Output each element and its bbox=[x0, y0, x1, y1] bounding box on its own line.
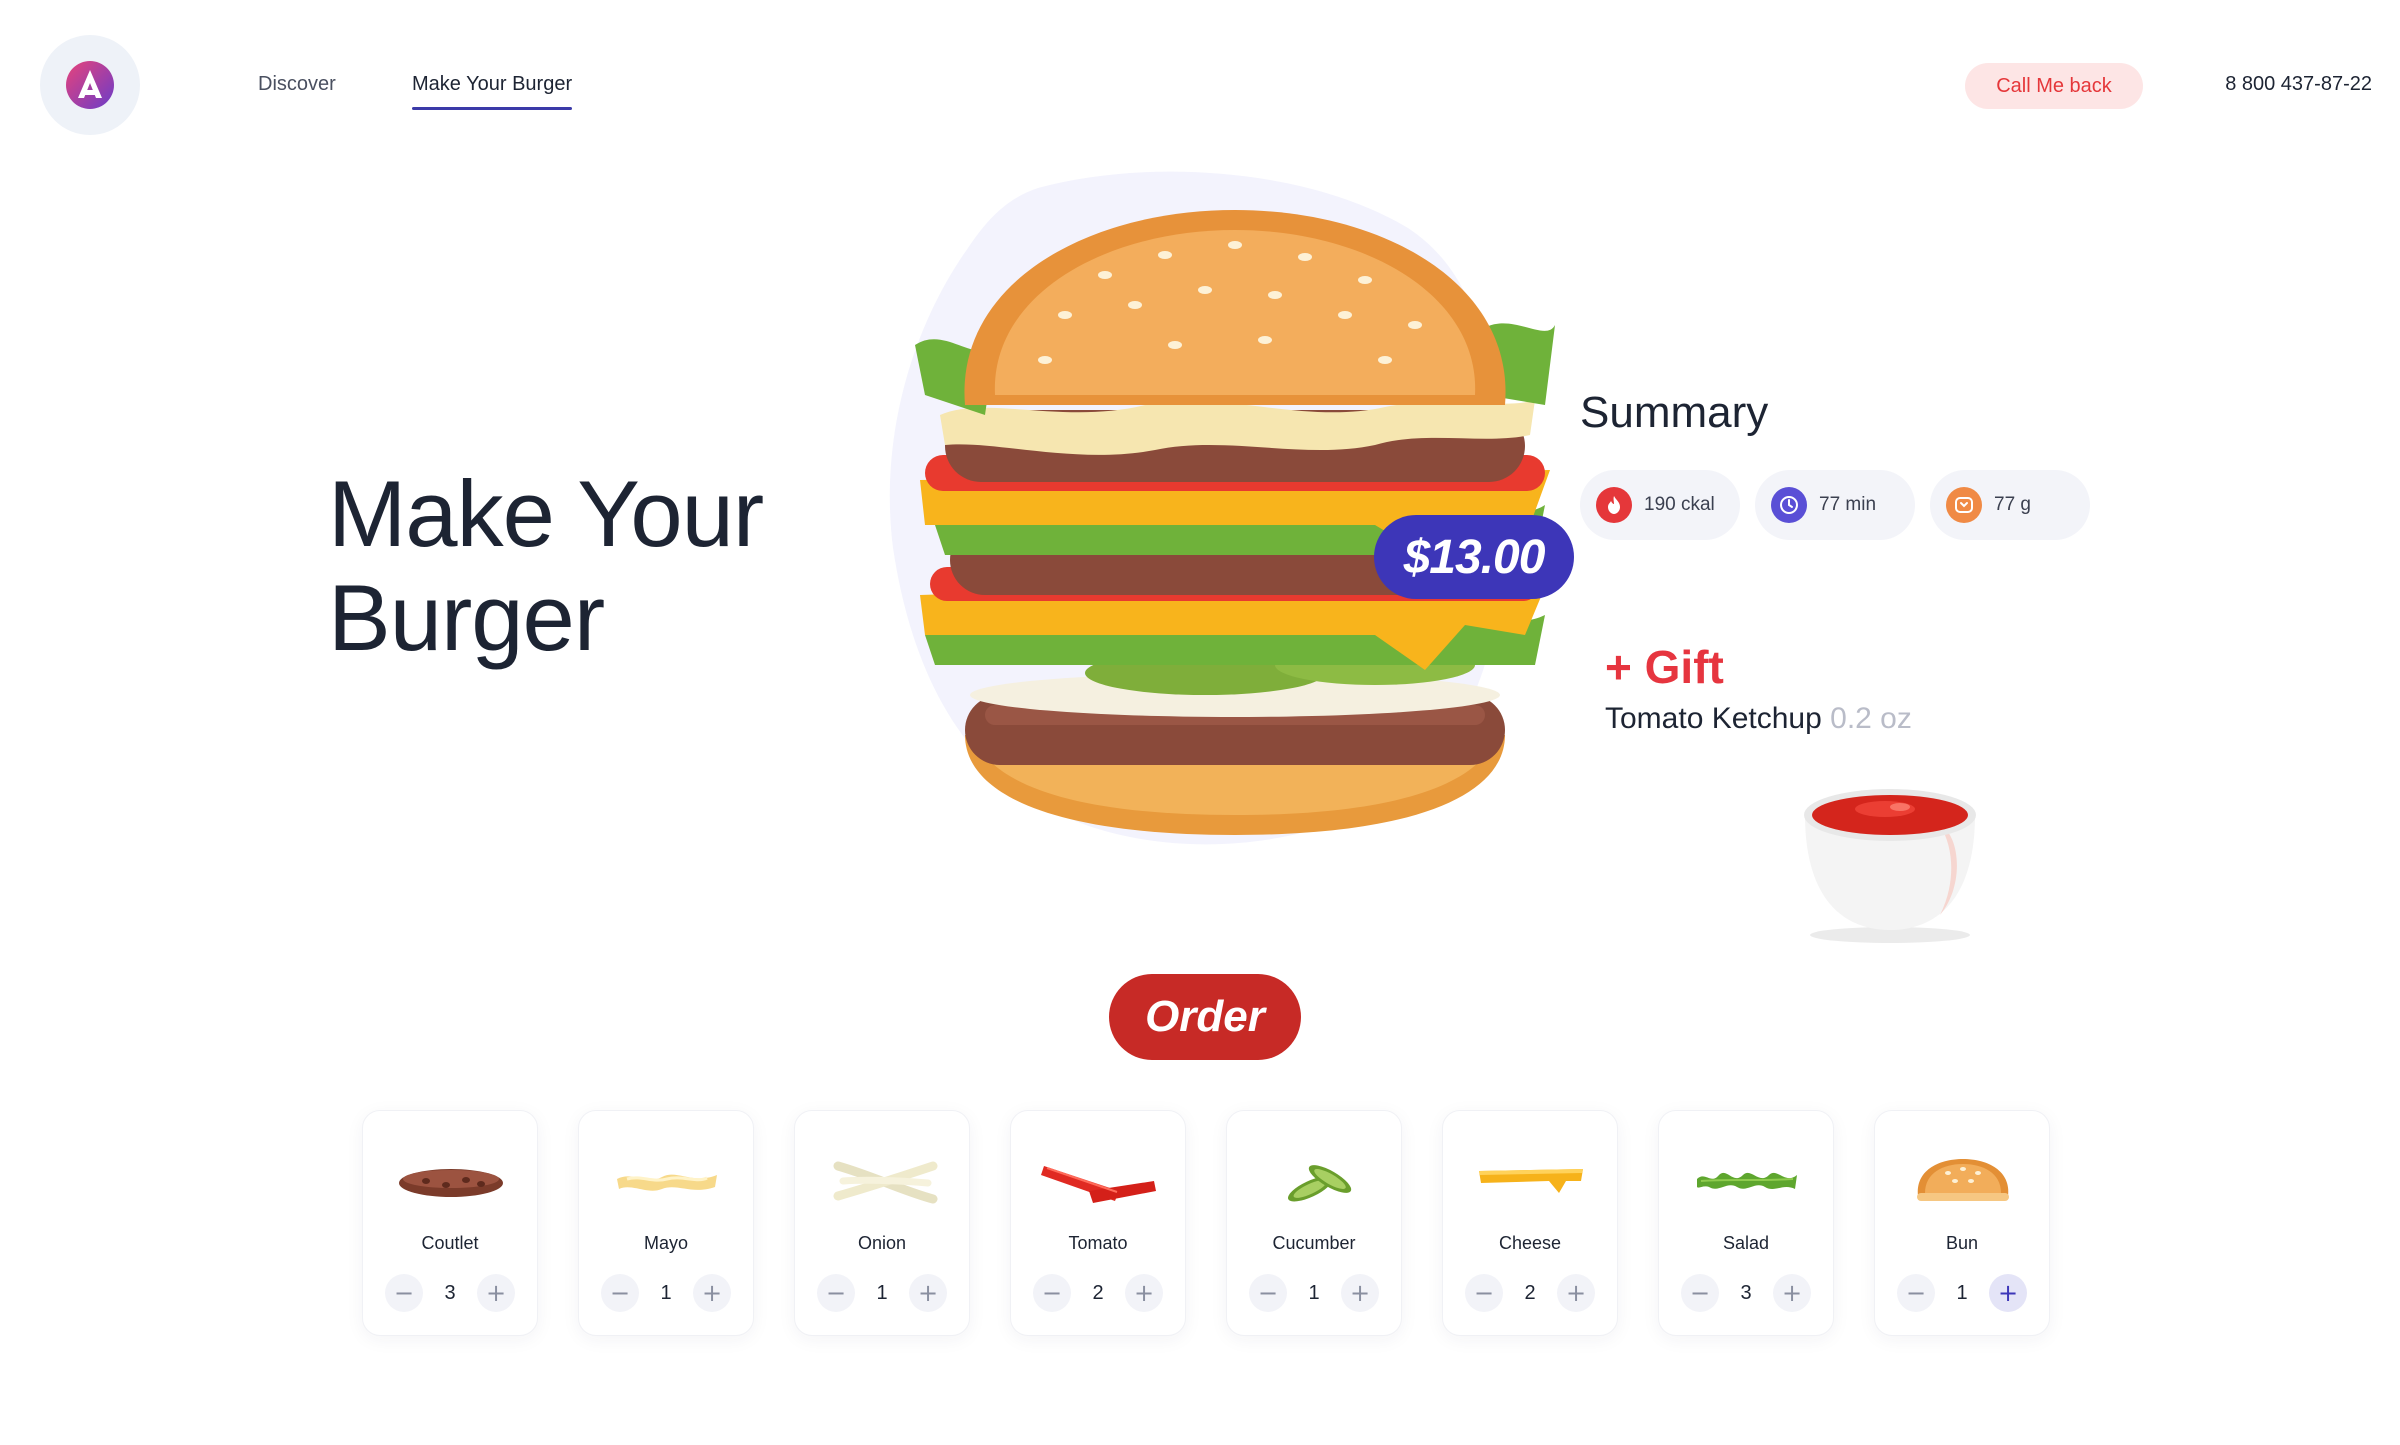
quantity-value: 2 bbox=[1524, 1281, 1536, 1304]
quantity-value: 1 bbox=[876, 1281, 888, 1304]
price-badge: $13.00 bbox=[1374, 515, 1574, 599]
call-me-back-button[interactable]: Call Me back bbox=[1965, 63, 2143, 109]
ingredient-name: Mayo bbox=[643, 1233, 688, 1253]
nav-active-underline bbox=[412, 107, 573, 110]
nav-discover-label: Discover bbox=[258, 73, 336, 95]
increment-button[interactable]: + bbox=[1125, 1274, 1163, 1312]
ingredient-card-cheese: Cheese − 2 + bbox=[1442, 1110, 1618, 1336]
increment-button[interactable]: + bbox=[1557, 1274, 1595, 1312]
gift-item: Tomato Ketchup bbox=[1605, 702, 1822, 735]
decrement-button[interactable]: − bbox=[817, 1274, 855, 1312]
quantity-value: 3 bbox=[444, 1281, 456, 1304]
ingredient-card-salad: Salad − 3 + bbox=[1658, 1110, 1834, 1336]
weight-value: 77 bbox=[1994, 494, 2016, 515]
gift-title: + Gift bbox=[1605, 641, 1724, 693]
ingredient-name: Cucumber bbox=[1272, 1233, 1356, 1253]
ingredient-list: Coutlet − 3 + Mayo − 1 + Onion − 1 + Tom… bbox=[362, 1110, 2052, 1338]
onion-icon bbox=[833, 1161, 938, 1204]
cheese-icon bbox=[1479, 1169, 1583, 1193]
cucumber-icon bbox=[1287, 1165, 1352, 1202]
quantity-stepper: − 2 + bbox=[1465, 1273, 1595, 1313]
decrement-button[interactable]: − bbox=[1897, 1274, 1935, 1312]
increment-button[interactable]: + bbox=[1989, 1274, 2027, 1312]
decrement-button[interactable]: − bbox=[601, 1274, 639, 1312]
ingredient-card-cucumber: Cucumber − 1 + bbox=[1226, 1110, 1402, 1336]
weight-unit: g bbox=[2020, 494, 2031, 515]
nav-discover[interactable]: Discover bbox=[258, 73, 336, 96]
nav-make-your-burger-label: Make Your Burger bbox=[412, 73, 573, 95]
quantity-stepper: − 3 + bbox=[385, 1273, 515, 1313]
order-button[interactable]: Order bbox=[1109, 974, 1301, 1060]
quantity-value: 1 bbox=[660, 1281, 672, 1304]
ingredient-name: Onion bbox=[857, 1233, 907, 1253]
quantity-stepper: − 1 + bbox=[817, 1273, 947, 1313]
phone-number[interactable]: 8 800 437-87-22 bbox=[2225, 73, 2372, 96]
quantity-stepper: − 1 + bbox=[601, 1273, 731, 1313]
bun-icon bbox=[1917, 1159, 2009, 1201]
ingredient-name: Cheese bbox=[1498, 1233, 1562, 1253]
calories-stat: 190 ckal bbox=[1580, 470, 1740, 540]
tomato-icon bbox=[1041, 1166, 1156, 1203]
quantity-stepper: − 2 + bbox=[1033, 1273, 1163, 1313]
quantity-value: 2 bbox=[1092, 1281, 1104, 1304]
increment-button[interactable]: + bbox=[1773, 1274, 1811, 1312]
coutlet-icon bbox=[399, 1169, 503, 1197]
quantity-value: 1 bbox=[1956, 1281, 1968, 1304]
time-stat: 77 min bbox=[1755, 470, 1915, 540]
flame-icon bbox=[1596, 487, 1632, 523]
logo-icon bbox=[66, 61, 114, 109]
ingredient-card-onion: Onion − 1 + bbox=[794, 1110, 970, 1336]
decrement-button[interactable]: − bbox=[385, 1274, 423, 1312]
ingredient-card-coutlet: Coutlet − 3 + bbox=[362, 1110, 538, 1336]
ingredient-card-bun: Bun − 1 + bbox=[1874, 1110, 2050, 1336]
nav-make-your-burger[interactable]: Make Your Burger bbox=[412, 73, 573, 110]
decrement-button[interactable]: − bbox=[1681, 1274, 1719, 1312]
decrement-button[interactable]: − bbox=[1249, 1274, 1287, 1312]
decrement-button[interactable]: − bbox=[1033, 1274, 1071, 1312]
weight-stat: 77 g bbox=[1930, 470, 2090, 540]
quantity-stepper: − 1 + bbox=[1897, 1273, 2027, 1313]
page-title: Make Your Burger bbox=[328, 461, 764, 670]
gift-amount: 0.2 oz bbox=[1830, 702, 1912, 735]
quantity-stepper: − 1 + bbox=[1249, 1273, 1379, 1313]
gift-description: Tomato Ketchup 0.2 oz bbox=[1605, 702, 1912, 736]
increment-button[interactable]: + bbox=[909, 1274, 947, 1312]
ingredient-name: Tomato bbox=[1068, 1233, 1128, 1253]
mayo-icon bbox=[617, 1174, 717, 1191]
ingredient-name: Bun bbox=[1945, 1233, 1979, 1253]
salad-icon bbox=[1697, 1172, 1797, 1189]
clock-icon bbox=[1771, 487, 1807, 523]
increment-button[interactable]: + bbox=[1341, 1274, 1379, 1312]
quantity-stepper: − 3 + bbox=[1681, 1273, 1811, 1313]
summary-title: Summary bbox=[1580, 388, 1769, 437]
decrement-button[interactable]: − bbox=[1465, 1274, 1503, 1312]
time-unit: min bbox=[1845, 494, 1877, 515]
calories-value: 190 bbox=[1644, 494, 1676, 515]
logo[interactable] bbox=[40, 35, 140, 135]
ingredient-name: Coutlet bbox=[421, 1233, 479, 1253]
weight-icon bbox=[1946, 487, 1982, 523]
increment-button[interactable]: + bbox=[693, 1274, 731, 1312]
calories-unit: ckal bbox=[1680, 494, 1715, 515]
ingredient-name: Salad bbox=[1722, 1233, 1770, 1253]
time-value: 77 bbox=[1819, 494, 1841, 515]
quantity-value: 1 bbox=[1308, 1281, 1320, 1304]
ketchup-bowl-image bbox=[1804, 789, 1976, 943]
page-title-line2: Burger bbox=[328, 565, 605, 670]
ingredient-card-mayo: Mayo − 1 + bbox=[578, 1110, 754, 1336]
quantity-value: 3 bbox=[1740, 1281, 1752, 1304]
ingredient-card-tomato: Tomato − 2 + bbox=[1010, 1110, 1186, 1336]
increment-button[interactable]: + bbox=[477, 1274, 515, 1312]
page-title-line1: Make Your bbox=[328, 461, 764, 566]
